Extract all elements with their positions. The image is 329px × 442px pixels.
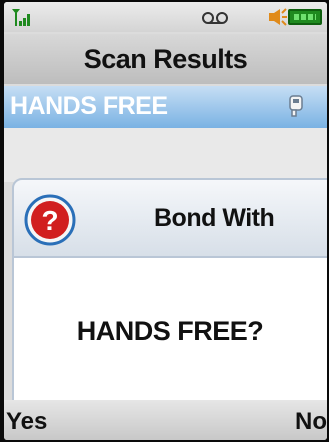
- status-bar: [4, 2, 327, 32]
- phone-screen: Scan Results HANDS FREE ? Bond With HAND…: [4, 2, 327, 440]
- list-item-label: HANDS FREE: [10, 92, 168, 120]
- dialog-message: HANDS FREE?: [76, 316, 264, 346]
- question-icon: ?: [24, 194, 76, 246]
- dialog-header: ? Bond With: [12, 178, 327, 258]
- dialog-title: Bond With: [154, 204, 275, 232]
- dialog-body: HANDS FREE?: [12, 258, 327, 400]
- scan-results-list: HANDS FREE: [4, 86, 327, 182]
- no-softkey[interactable]: No: [295, 408, 327, 436]
- yes-softkey[interactable]: Yes: [6, 408, 47, 436]
- signal-strength-icon: [12, 9, 30, 26]
- ringer-icon: [269, 8, 287, 26]
- list-item-hands-free[interactable]: HANDS FREE: [4, 86, 327, 128]
- voicemail-icon: [202, 12, 228, 24]
- svg-text:?: ?: [41, 205, 58, 236]
- page-title: Scan Results: [4, 34, 327, 84]
- handsfree-device-icon: [289, 95, 303, 117]
- softkey-bar: Yes No: [4, 400, 327, 440]
- battery-icon: [288, 9, 322, 25]
